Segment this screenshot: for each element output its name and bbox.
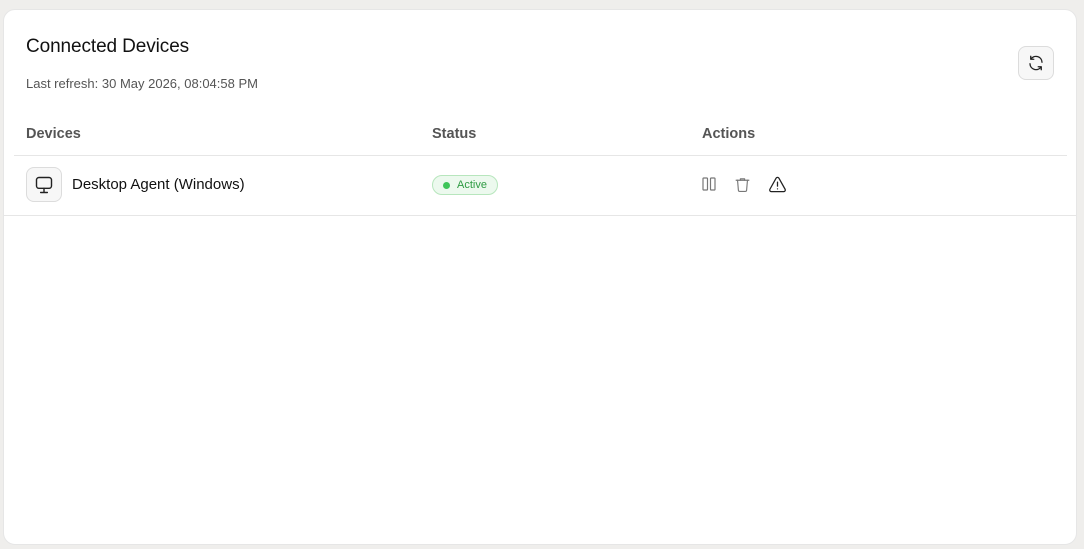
device-icon-box: [26, 167, 62, 202]
column-header-devices: Devices: [26, 126, 81, 142]
last-refresh-text: Last refresh: 30 May 2026, 08:04:58 PM: [26, 76, 258, 91]
warning-icon: [768, 176, 786, 192]
connected-devices-card: Connected Devices Last refresh: 30 May 2…: [3, 9, 1077, 545]
status-label: Active: [457, 179, 487, 191]
table-header: Devices Status Actions: [14, 120, 1067, 156]
status-badge: Active: [432, 175, 498, 195]
refresh-icon: [1029, 55, 1043, 71]
delete-button[interactable]: [732, 174, 752, 194]
monitor-icon: [35, 176, 53, 193]
device-name: Desktop Agent (Windows): [72, 176, 245, 193]
refresh-button[interactable]: [1018, 46, 1054, 80]
page-title: Connected Devices: [26, 36, 190, 57]
table-row: Desktop Agent (Windows) Active: [4, 156, 1076, 216]
column-header-actions: Actions: [702, 126, 756, 142]
trash-icon: [735, 177, 749, 192]
pause-button[interactable]: [699, 174, 719, 194]
report-button[interactable]: [767, 174, 787, 194]
column-header-status: Status: [432, 126, 477, 142]
pause-icon: [702, 177, 716, 191]
status-dot: [443, 181, 450, 189]
